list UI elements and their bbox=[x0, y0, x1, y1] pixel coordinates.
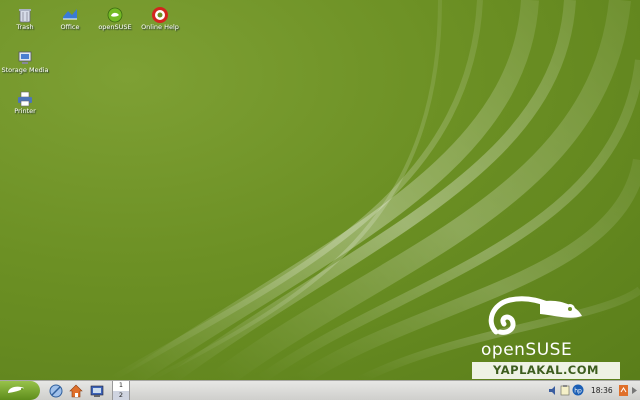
opensuse-logo-icon bbox=[8, 386, 24, 393]
desktop[interactable]: Trash Office openSUSE Online Help Storag… bbox=[0, 0, 640, 380]
desktop-icon-office[interactable]: Office bbox=[45, 7, 95, 31]
clock[interactable]: 18:36 bbox=[591, 381, 613, 400]
desktop-icon-label: openSUSE bbox=[98, 23, 132, 31]
pager-desktop-1[interactable]: 1 bbox=[113, 381, 129, 391]
desktop-icon-printer[interactable]: Printer bbox=[0, 91, 50, 115]
opensuse-brand-text: openSUSE bbox=[481, 340, 573, 360]
clipboard-icon[interactable] bbox=[560, 385, 570, 396]
desktop-icon-label: Trash bbox=[16, 23, 34, 31]
watermark: YAPLAKAL.COM bbox=[472, 362, 620, 379]
desktop-icon-label: Office bbox=[60, 23, 80, 31]
trash-icon bbox=[19, 9, 31, 23]
home-icon[interactable] bbox=[68, 383, 84, 399]
taskbar: 1 2 hp 18:36 bbox=[0, 380, 640, 400]
office-icon bbox=[63, 9, 77, 20]
desktop-icon-trash[interactable]: Trash bbox=[0, 7, 50, 31]
speaker-icon[interactable] bbox=[548, 385, 558, 396]
desktop-icon-label: Online Help bbox=[141, 23, 179, 31]
svg-text:hp: hp bbox=[574, 388, 582, 395]
desktop-icon-opensuse[interactable]: openSUSE bbox=[90, 7, 140, 31]
storage-media-icon bbox=[18, 51, 32, 64]
desktop-icon-storage-media[interactable]: Storage Media bbox=[0, 50, 50, 74]
desktop-icon-online-help[interactable]: Online Help bbox=[135, 7, 185, 31]
hp-icon[interactable]: hp bbox=[572, 384, 584, 396]
system-icon[interactable] bbox=[89, 383, 105, 399]
help-lifebuoy-icon bbox=[152, 7, 168, 23]
desktop-icon-label: Storage Media bbox=[1, 66, 49, 74]
pager-desktop-2[interactable]: 2 bbox=[113, 390, 129, 400]
network-icon[interactable] bbox=[619, 385, 628, 396]
printer-icon bbox=[18, 91, 32, 107]
konqueror-icon[interactable] bbox=[48, 383, 64, 399]
opensuse-icon bbox=[107, 7, 123, 23]
desktop-icon-label: Printer bbox=[14, 107, 36, 115]
panel-hide-icon[interactable] bbox=[631, 386, 638, 395]
kmenu-button[interactable] bbox=[0, 381, 40, 400]
desktop-pager: 1 2 bbox=[112, 381, 130, 400]
